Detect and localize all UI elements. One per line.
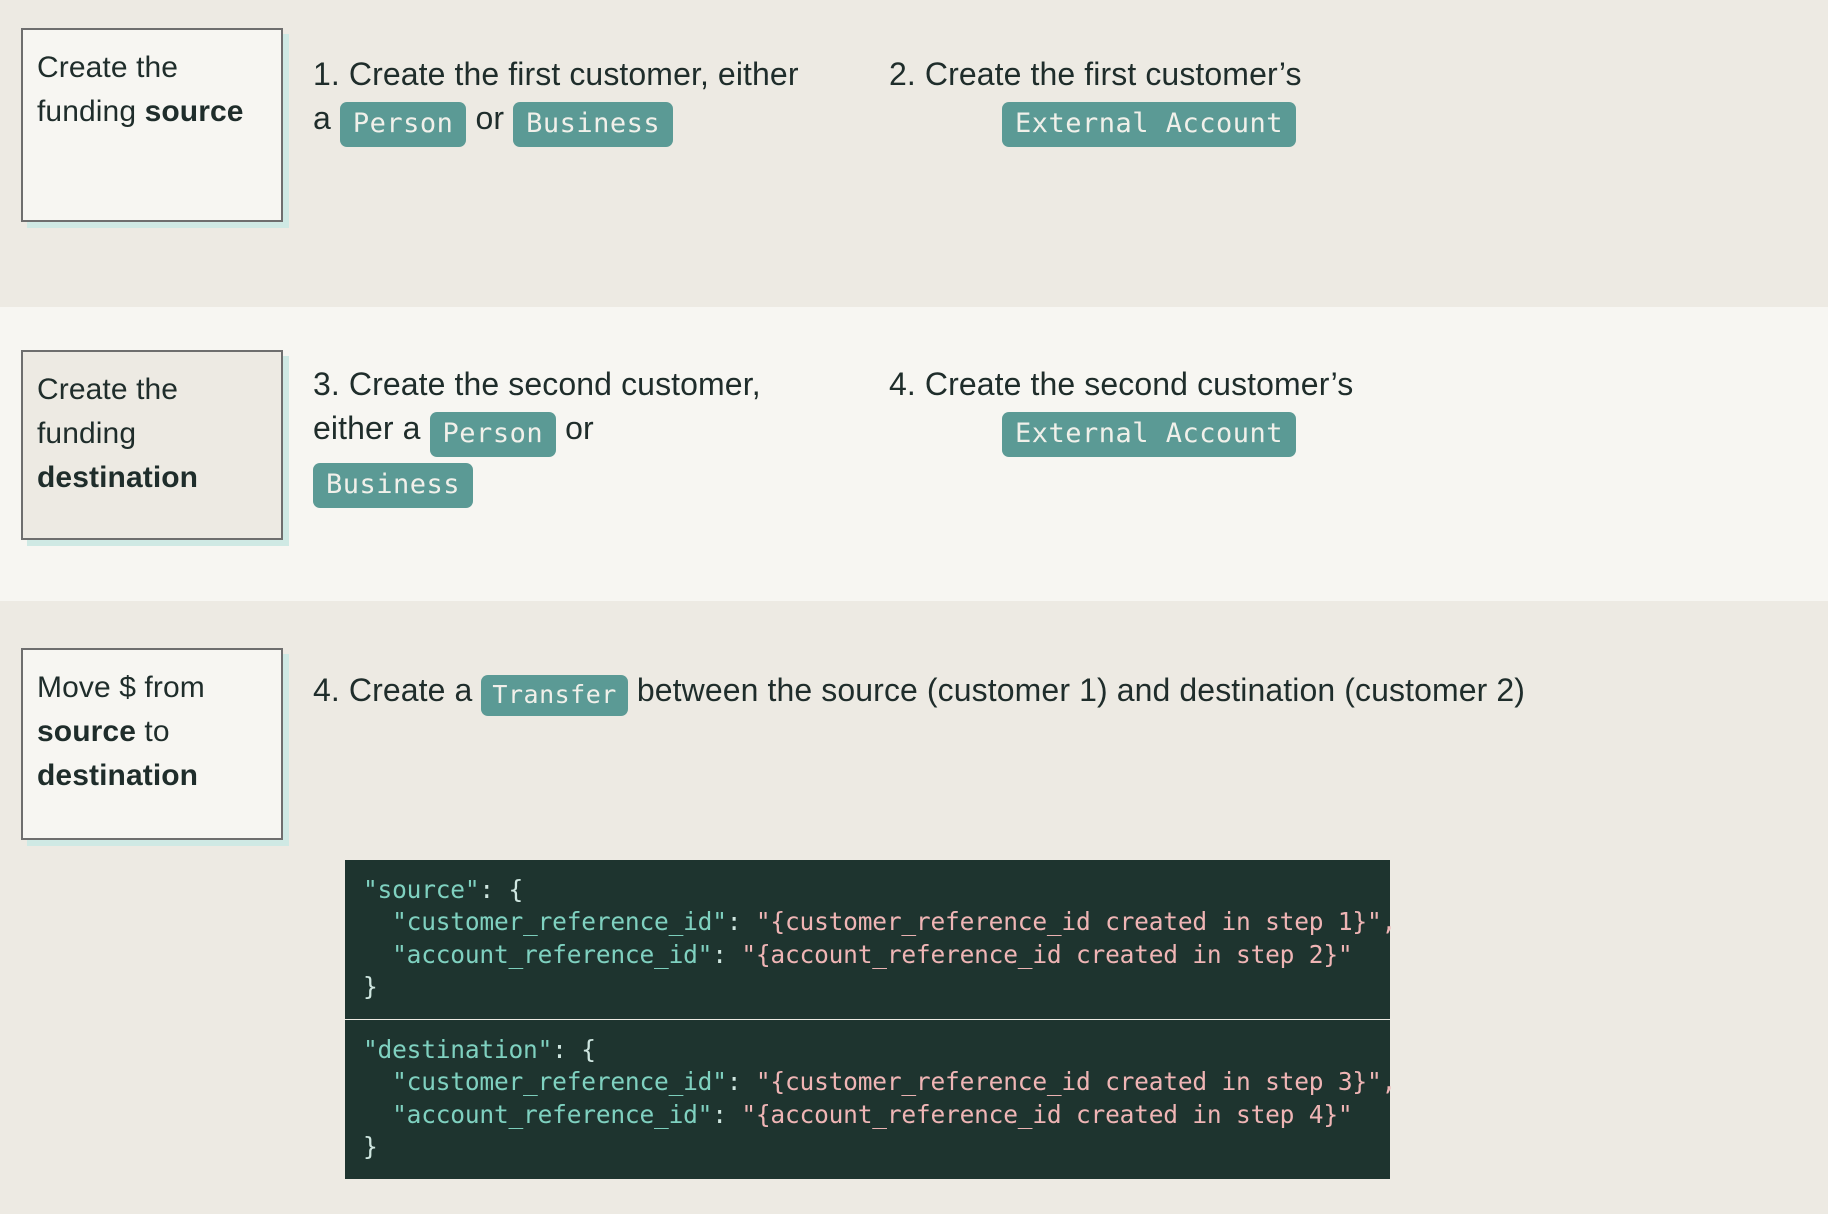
- code-source-value-account: "{account_reference_id created in step 2…: [741, 939, 1353, 969]
- step-5-line1: 4. Create a Transfer between the source …: [313, 668, 1818, 716]
- card-funding-source-line1: Create the: [37, 51, 179, 84]
- step-3-line1: 3. Create the second customer,: [313, 366, 761, 402]
- step-4-line1: 4. Create the second customer’s: [889, 366, 1354, 402]
- pill-transfer[interactable]: Transfer: [481, 675, 628, 716]
- code-source-key-account: "account_reference_id": [392, 939, 713, 969]
- step-1-line1: 1. Create the first customer, either: [313, 56, 799, 92]
- card-funding-source: Create the funding source: [21, 28, 283, 222]
- card-move-money-line2-bold: source: [37, 714, 136, 748]
- code-destination-close-brace: }: [363, 1131, 378, 1161]
- pill-person-2[interactable]: Person: [429, 412, 557, 458]
- card-move-money-line2-plain: to: [135, 714, 170, 748]
- step-3-line2: either a Person or: [313, 406, 858, 458]
- code-destination-key-customer: "customer_reference_id": [392, 1067, 727, 1097]
- card-funding-destination-line1: Create the: [37, 373, 179, 406]
- card-move-money-line3: destination: [37, 758, 199, 792]
- step-5-tail: between the source (customer 1) and dest…: [636, 672, 1526, 708]
- code-destination-colon-2: :: [712, 1099, 742, 1129]
- step-2-create-first-external-account: 2. Create the first customer’s External …: [889, 52, 1409, 148]
- pill-external-account-1[interactable]: External Account: [1001, 102, 1297, 148]
- infographic-page: Create the funding source 1. Create the …: [0, 0, 1828, 1214]
- step-1-lead: a: [313, 100, 331, 137]
- code-destination-colon-1: :: [726, 1067, 756, 1097]
- card-funding-destination-line2: funding: [37, 416, 137, 450]
- code-source-close-brace: }: [363, 971, 378, 1001]
- code-source-comma-1: ,: [1381, 907, 1397, 937]
- step-1-or: or: [475, 100, 505, 137]
- code-destination-value-customer: "{customer_reference_id created in step …: [755, 1067, 1382, 1097]
- step-5-create-transfer: 4. Create a Transfer between the source …: [313, 668, 1818, 716]
- step-3-or: or: [565, 410, 594, 447]
- card-funding-destination-line3: destination: [37, 460, 199, 494]
- card-funding-source-line2-plain: funding: [37, 94, 145, 128]
- code-source-value-customer: "{customer_reference_id created in step …: [755, 907, 1382, 937]
- card-move-money-line1: Move $ from: [37, 671, 205, 704]
- code-source-key-customer: "customer_reference_id": [392, 907, 727, 937]
- card-move-money: Move $ from source to destination: [21, 648, 283, 840]
- code-block-destination: "destination": { "customer_reference_id"…: [345, 1020, 1396, 1180]
- pill-person-1[interactable]: Person: [339, 102, 467, 148]
- step-1-line2: a Person or Business: [313, 96, 858, 148]
- step-5-lead: 4. Create a: [313, 672, 473, 708]
- code-source-key-root: "source": [363, 875, 480, 904]
- card-funding-source-line2: funding source: [37, 95, 244, 128]
- code-source-open-brace: : {: [479, 875, 524, 904]
- card-funding-source-line2-bold: source: [144, 94, 244, 128]
- step-2-line1: 2. Create the first customer’s: [889, 56, 1302, 92]
- step-3-create-second-customer: 3. Create the second customer, either a …: [313, 362, 858, 509]
- step-4-line2: External Account: [889, 406, 1409, 458]
- step-4-create-second-external-account: 4. Create the second customer’s External…: [889, 362, 1409, 458]
- code-source-colon-2: :: [712, 939, 742, 969]
- code-destination-comma-1: ,: [1381, 1067, 1397, 1097]
- pill-business-2[interactable]: Business: [313, 463, 474, 509]
- code-destination-key-root: "destination": [363, 1035, 553, 1064]
- code-block-source: "source": { "customer_reference_id": "{c…: [345, 860, 1396, 1020]
- card-funding-destination: Create the funding destination: [21, 350, 283, 540]
- code-destination-open-brace: : {: [552, 1035, 596, 1064]
- code-source-colon-1: :: [726, 907, 756, 937]
- card-move-money-line2: source to: [37, 715, 170, 748]
- step-3-line3: Business: [313, 457, 858, 509]
- pill-business-1[interactable]: Business: [513, 102, 674, 148]
- step-2-line2: External Account: [889, 96, 1409, 148]
- code-destination-key-account: "account_reference_id": [392, 1099, 713, 1129]
- step-3-lead: either a: [313, 410, 421, 447]
- code-destination-value-account: "{account_reference_id created in step 4…: [741, 1099, 1353, 1129]
- pill-external-account-2[interactable]: External Account: [1001, 412, 1297, 458]
- step-1-create-first-customer: 1. Create the first customer, either a P…: [313, 52, 858, 148]
